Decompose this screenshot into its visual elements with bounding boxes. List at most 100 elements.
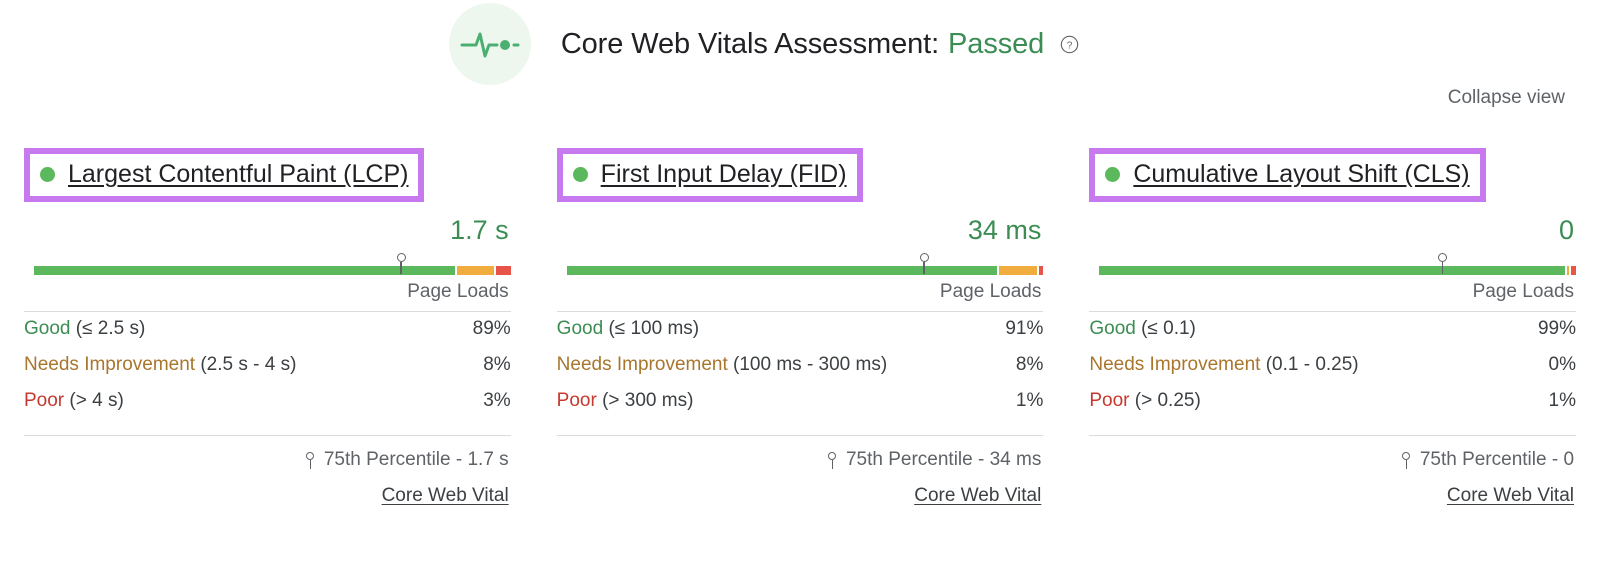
stat-level: Needs Improvement [1089, 354, 1261, 375]
stat-label: Good (≤ 2.5 s) [24, 318, 145, 340]
stat-level: Poor [556, 390, 597, 411]
percentile-text: 75th Percentile - 34 ms [845, 449, 1042, 470]
stat-label: Needs Improvement (2.5 s - 4 s) [24, 354, 296, 376]
distribution-bar [1089, 253, 1577, 275]
stat-percent: 8% [1015, 354, 1044, 375]
stat-range: (2.5 s - 4 s) [200, 354, 297, 375]
stat-label: Good (≤ 100 ms) [557, 318, 699, 340]
help-circle-icon[interactable]: ? [1060, 35, 1079, 54]
bar-segments [34, 266, 511, 275]
status-dot-icon [1105, 167, 1121, 182]
stat-range: (≤ 0.1) [1141, 318, 1196, 339]
percentile-summary: 75th Percentile - 0 [1089, 449, 1576, 471]
percentile-pin-icon [305, 451, 316, 469]
table-row: Needs Improvement (2.5 s - 4 s) 8% [24, 354, 511, 390]
stats-table: Good (≤ 100 ms) 91% Needs Improvement (1… [557, 318, 1044, 426]
core-web-vital-link-wrap: Core Web Vital [1089, 485, 1576, 507]
bar-segments [1099, 266, 1577, 275]
bar-segment-good [34, 266, 455, 275]
stat-range: (≤ 2.5 s) [75, 318, 146, 339]
divider [1089, 311, 1577, 312]
divider [24, 311, 511, 312]
divider [556, 311, 1044, 312]
stat-level: Good [1089, 318, 1136, 339]
metric-card-fid: First Input Delay (FID) 34 ms Page Loads [556, 148, 1044, 507]
table-row: Needs Improvement (0.1 - 0.25) 0% [1089, 354, 1576, 390]
assessment-status: Passed [948, 27, 1045, 60]
stat-level: Poor [1089, 390, 1130, 411]
bar-segment-good [1099, 266, 1565, 275]
metric-title-fid[interactable]: First Input Delay (FID) [556, 148, 863, 202]
bar-segment-needs-improvement [998, 266, 1037, 275]
percentile-summary: 75th Percentile - 34 ms [557, 449, 1044, 471]
assessment-title: Core Web Vitals Assessment: Passed ? [561, 28, 1079, 61]
stat-label: Needs Improvement (100 ms - 300 ms) [557, 354, 888, 376]
table-row: Poor (> 0.25) 1% [1089, 390, 1576, 426]
stat-percent: 1% [1548, 390, 1577, 411]
metric-value: 0 [1558, 215, 1575, 245]
page-loads-header: Page Loads [407, 281, 509, 302]
bar-segment-needs-improvement [1566, 266, 1570, 275]
percentile-text: 75th Percentile - 0 [1419, 449, 1575, 470]
stat-range: (> 0.25) [1134, 390, 1201, 411]
core-web-vital-link[interactable]: Core Web Vital [914, 485, 1041, 506]
stat-level: Good [556, 318, 604, 339]
stat-label: Poor (> 300 ms) [557, 390, 694, 412]
table-row: Good (≤ 2.5 s) 89% [24, 318, 511, 354]
percentile-pin-icon [1401, 451, 1412, 469]
stat-range: (0.1 - 0.25) [1265, 354, 1359, 375]
collapse-view-button[interactable]: Collapse view [1448, 87, 1565, 109]
stat-percent: 8% [483, 354, 511, 375]
stat-range: (> 4 s) [69, 390, 124, 411]
stat-level: Needs Improvement [556, 354, 728, 375]
status-dot-icon [572, 167, 588, 182]
assessment-title-text: Core Web Vitals Assessment: [560, 27, 940, 60]
metric-name-label: Cumulative Layout Shift (CLS) [1133, 160, 1470, 188]
table-row: Good (≤ 0.1) 99% [1089, 318, 1576, 354]
stat-range: (100 ms - 300 ms) [733, 354, 888, 375]
status-dot-icon [40, 167, 55, 182]
stats-table: Good (≤ 2.5 s) 89% Needs Improvement (2.… [24, 318, 511, 426]
divider [556, 435, 1044, 436]
table-row: Poor (> 300 ms) 1% [557, 390, 1044, 426]
divider [24, 435, 511, 436]
core-web-vitals-panel: Core Web Vitals Assessment: Passed ? Col… [0, 0, 1600, 582]
stat-level: Good [24, 318, 71, 339]
metric-name-label: Largest Contentful Paint (LCP) [68, 160, 409, 188]
stat-percent: 99% [1537, 318, 1577, 339]
assessment-header: Core Web Vitals Assessment: Passed ? [0, 0, 1600, 88]
stat-percent: 91% [1005, 318, 1044, 339]
bar-segment-poor [1571, 266, 1577, 275]
metric-card-lcp: Largest Contentful Paint (LCP) 1.7 s Pag… [24, 148, 511, 507]
bar-segments [566, 266, 1044, 275]
metric-name-label: First Input Delay (FID) [600, 160, 847, 188]
core-web-vital-link[interactable]: Core Web Vital [1447, 485, 1574, 506]
stat-level: Needs Improvement [24, 354, 196, 375]
metric-title-cls[interactable]: Cumulative Layout Shift (CLS) [1089, 148, 1486, 202]
stat-label: Poor (> 4 s) [24, 390, 124, 412]
stat-level: Poor [24, 390, 65, 411]
distribution-bar [24, 253, 511, 275]
divider [1089, 435, 1577, 436]
stat-range: (> 300 ms) [602, 390, 694, 411]
percentile-text: 75th Percentile - 1.7 s [323, 449, 509, 470]
core-web-vital-link-wrap: Core Web Vital [24, 485, 511, 507]
metric-cards: Largest Contentful Paint (LCP) 1.7 s Pag… [0, 148, 1600, 507]
metric-value: 34 ms [967, 215, 1042, 245]
bar-segment-needs-improvement [456, 266, 495, 275]
metric-title-lcp[interactable]: Largest Contentful Paint (LCP) [24, 148, 425, 202]
stats-table: Good (≤ 0.1) 99% Needs Improvement (0.1 … [1089, 318, 1576, 426]
stat-range: (≤ 100 ms) [608, 318, 700, 339]
metric-value: 1.7 s [450, 215, 509, 245]
stat-percent: 3% [483, 390, 511, 411]
svg-text:?: ? [1067, 40, 1073, 51]
table-row: Needs Improvement (100 ms - 300 ms) 8% [557, 354, 1044, 390]
core-web-vital-link[interactable]: Core Web Vital [382, 485, 509, 506]
stat-percent: 89% [472, 318, 511, 339]
distribution-bar [557, 253, 1044, 275]
table-row: Poor (> 4 s) 3% [24, 390, 511, 426]
table-row: Good (≤ 100 ms) 91% [557, 318, 1044, 354]
percentile-summary: 75th Percentile - 1.7 s [24, 449, 511, 471]
bar-segment-good [566, 266, 997, 275]
page-loads-header: Page Loads [939, 281, 1042, 302]
